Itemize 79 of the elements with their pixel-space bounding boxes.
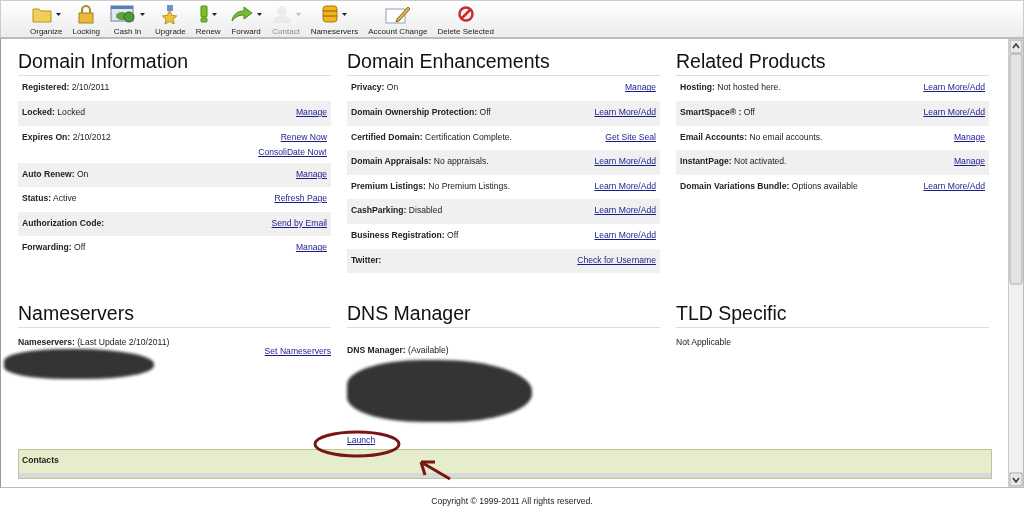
toolbar-button[interactable]: Renew: [190, 4, 226, 37]
field-text: CashParking: Disabled: [351, 204, 443, 218]
link[interactable]: Get Site Seal: [605, 130, 656, 144]
link[interactable]: Launch: [347, 435, 376, 446]
section-heading: Domain Enhancements: [347, 49, 660, 77]
link[interactable]: Learn More/Add: [594, 105, 656, 119]
database-icon: [321, 4, 338, 24]
lock-icon: [78, 4, 95, 24]
money-card-icon: [110, 5, 137, 23]
link[interactable]: Learn More/Add: [594, 179, 656, 193]
toolbar-button[interactable]: Account Change: [363, 4, 433, 37]
toolbar-button[interactable]: Forward: [225, 4, 267, 37]
caret-icon: [341, 12, 347, 16]
field-text: Locked: Locked: [22, 105, 86, 119]
field-text: Domain Appraisals: No appraisals.: [351, 155, 489, 169]
link[interactable]: Manage: [295, 167, 327, 181]
toolbar-button[interactable]: Nameservers: [305, 4, 364, 37]
field-text: Domain Variations Bundle: Options available: [680, 179, 858, 193]
section-heading: TLD Specific: [676, 301, 989, 329]
link[interactable]: Learn More/Add: [594, 155, 656, 169]
field-text: Email Accounts: No email accounts.: [680, 130, 823, 144]
field-text: Twitter:: [351, 253, 382, 267]
panel-title: Contacts: [22, 455, 59, 465]
section-heading: Nameservers: [18, 301, 331, 329]
field-text: Expires On: 2/10/2012: [22, 130, 111, 144]
link[interactable]: Send by Email: [271, 216, 327, 230]
folder-icon: [31, 5, 52, 23]
field-text: InstantPage: Not activated.: [680, 155, 787, 169]
arrow-icon: [230, 6, 253, 22]
toolbar-button[interactable]: Organize: [25, 4, 68, 37]
link[interactable]: Manage: [953, 130, 985, 144]
caret-icon: [211, 12, 217, 16]
section-heading: Domain Information: [18, 49, 331, 77]
field-text: DNS Manager: (Available): [347, 345, 449, 356]
toolbar-button[interactable]: Upgrade: [150, 4, 191, 37]
caret-icon: [256, 12, 262, 16]
link[interactable]: Renew Now: [280, 130, 327, 144]
link[interactable]: Manage: [295, 241, 327, 255]
link[interactable]: Check for Username: [577, 253, 656, 267]
field-text: Certified Domain: Certification Complete.: [351, 130, 512, 144]
link[interactable]: Learn More/Add: [923, 179, 985, 193]
field-text: Hosting: Not hosted here.: [680, 81, 781, 95]
link[interactable]: Manage: [953, 155, 985, 169]
field-text: Business Registration: Off: [351, 228, 459, 242]
field-text: Privacy: On: [351, 81, 399, 95]
link[interactable]: Learn More/Add: [594, 204, 656, 218]
link[interactable]: Learn More/Add: [594, 228, 656, 242]
annotation-arrow: [419, 460, 451, 481]
section-heading: DNS Manager: [347, 301, 660, 329]
link[interactable]: Manage: [624, 81, 656, 95]
toolbar-button[interactable]: Cash In: [105, 4, 151, 37]
field-text: Registered: 2/10/2011: [22, 81, 110, 95]
caret-icon: [140, 12, 146, 16]
toolbar-button[interactable]: Delete Selected: [432, 4, 499, 37]
link[interactable]: Manage: [295, 105, 327, 119]
exclamation-icon: [199, 5, 208, 23]
caret-icon: [55, 12, 61, 16]
field-text: Authorization Code:: [22, 216, 105, 230]
copyright-text: Copyright © 1999-2011 All rights reserved.: [431, 496, 593, 506]
field-text: Not Applicable: [676, 336, 732, 350]
field-text: Premium Listings: No Premium Listings.: [351, 179, 511, 193]
field-text: Status: Active: [22, 192, 77, 206]
section-heading: Related Products: [676, 49, 989, 77]
link[interactable]: Set Nameservers: [264, 345, 331, 380]
caret-icon: [295, 12, 301, 16]
prohibited-icon: [457, 6, 474, 22]
link[interactable]: Learn More/Add: [923, 81, 985, 95]
toolbar-button[interactable]: Locking: [67, 4, 106, 37]
scrollbar[interactable]: [1008, 39, 1023, 487]
medal-icon: [162, 4, 179, 24]
field-text: SmartSpace® : Off: [680, 105, 755, 119]
link[interactable]: Learn More/Add: [923, 105, 985, 119]
link[interactable]: ConsoliDate Now!: [258, 146, 327, 160]
field-text: Forwarding: Off: [22, 241, 86, 255]
field-text: Nameservers: (Last Update 2/10/2011): [18, 336, 170, 350]
field-text: Domain Ownership Protection: Off: [351, 105, 491, 119]
link[interactable]: Refresh Page: [274, 192, 327, 206]
pencil-icon: [384, 4, 411, 24]
field-text: Auto Renew: On: [22, 167, 89, 181]
